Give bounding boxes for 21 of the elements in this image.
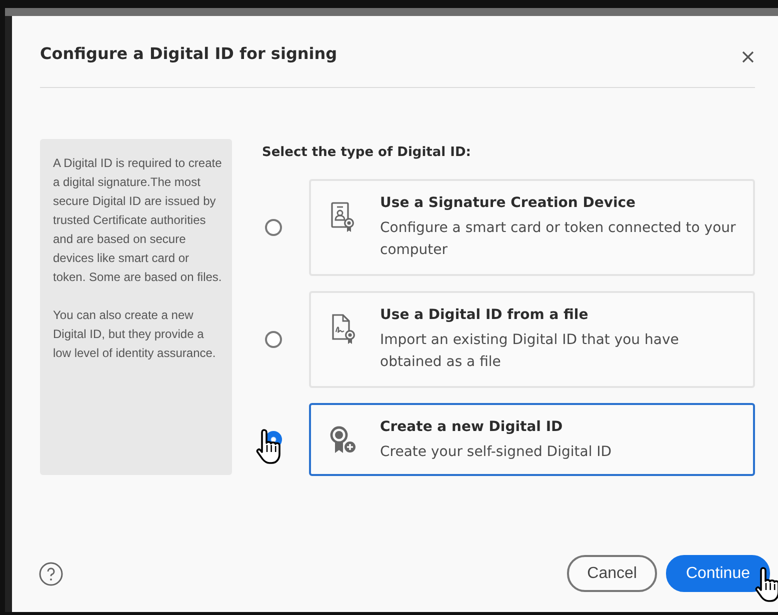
id-card-icon xyxy=(329,201,356,233)
option-description: Create your self-signed Digital ID xyxy=(380,443,612,462)
option-title: Create a new Digital ID xyxy=(380,419,564,435)
close-icon[interactable] xyxy=(741,50,755,64)
option-title: Use a Signature Creation Device xyxy=(380,195,637,211)
option-card[interactable]: Use a Signature Creation Device Configure a smart card or token connected to your computer xyxy=(309,179,755,276)
option-card[interactable]: Create a new Digital ID Create your self-signed Digital ID xyxy=(309,403,755,476)
continue-button[interactable]: Continue xyxy=(666,555,770,592)
prompt-label: Select the type of Digital ID: xyxy=(262,145,472,160)
info-paragraph: A Digital ID is required to create a digital signature.The most secure Digital ID are issued by trusted Certificate authorities and are based on secure devices like smart card or token. Some are based on files. xyxy=(53,155,222,286)
help-icon[interactable] xyxy=(38,560,64,586)
info-paragraph: You can also create a new Digital ID, but they provide a low level of identity assurance. xyxy=(53,307,217,362)
option-card[interactable]: Use a Digital ID from a file Import an existing Digital ID that you have obtained as a file xyxy=(309,291,755,388)
cancel-button[interactable]: Cancel xyxy=(567,555,657,592)
option-title: Use a Digital ID from a file xyxy=(380,307,590,323)
dialog-title: Configure a Digital ID for signing xyxy=(40,44,338,63)
option-description: Configure a smart card or token connected to your computer xyxy=(380,219,737,260)
certificate-file-icon xyxy=(329,313,356,345)
option-description: Import an existing Digital ID that you have obtained as a file xyxy=(380,331,680,372)
radio-button[interactable] xyxy=(265,331,282,348)
radio-button[interactable] xyxy=(265,219,282,236)
